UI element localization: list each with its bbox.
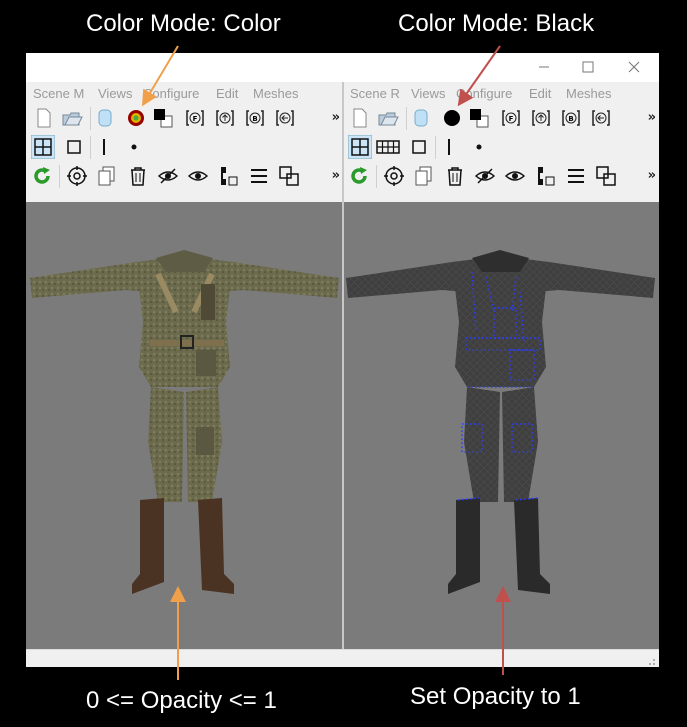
target-icon[interactable] [383, 165, 405, 187]
target-icon[interactable] [66, 165, 88, 187]
phone-select-icon[interactable] [534, 165, 556, 187]
annotation-color-mode-color: Color Mode: Color [86, 10, 281, 37]
left-menu-bar: Scene M Views Configure Edit Meshes [26, 82, 343, 104]
phone-select-icon[interactable] [217, 165, 239, 187]
toolbar-overflow-button[interactable]: » [332, 110, 340, 125]
separator [59, 165, 60, 188]
menu-edit[interactable]: Edit [529, 86, 551, 101]
refresh-icon[interactable] [31, 165, 53, 187]
status-bar [26, 649, 659, 667]
toolbar-overflow-button[interactable]: » [648, 110, 656, 125]
show-icon[interactable] [504, 165, 526, 187]
menu-views[interactable]: Views [411, 86, 445, 101]
hide-icon[interactable] [157, 165, 179, 187]
svg-text:F: F [193, 115, 198, 123]
view-side-icon[interactable] [274, 107, 296, 129]
maximize-icon [582, 61, 594, 73]
cylinder-icon[interactable] [410, 107, 432, 129]
left-viewport[interactable] [26, 202, 343, 649]
minimize-button[interactable] [530, 56, 558, 78]
separator [406, 107, 407, 130]
menu-scene[interactable]: Scene R [350, 86, 400, 101]
toolbar-overflow-button[interactable]: » [332, 168, 340, 183]
point-tool-icon[interactable] [123, 136, 145, 158]
left-pane: Scene M Views Configure Edit Meshes F B … [26, 82, 343, 649]
right-menu-bar: Scene R Views Configure Edit Meshes [344, 82, 659, 104]
right-pane: Scene R Views Configure Edit Meshes F B … [344, 82, 659, 649]
merge-icon[interactable] [278, 165, 300, 187]
menu-scene[interactable]: Scene M [33, 86, 84, 101]
left-toolbar-edit: » [26, 162, 343, 191]
separator [376, 165, 377, 188]
menu-configure[interactable]: Configure [143, 86, 199, 101]
view-side-icon[interactable] [590, 107, 612, 129]
view-top-icon[interactable] [530, 107, 552, 129]
view-front-icon[interactable]: F [500, 107, 522, 129]
annotation-color-mode-black: Color Mode: Black [398, 10, 595, 37]
textured-uniform-mesh [30, 250, 339, 594]
toolbar-overflow-button[interactable]: » [648, 168, 656, 183]
close-icon [628, 61, 640, 73]
menu-meshes[interactable]: Meshes [253, 86, 299, 101]
color-mode-black-icon[interactable] [441, 107, 463, 129]
open-folder-icon[interactable] [377, 107, 399, 129]
cylinder-icon[interactable] [94, 107, 116, 129]
line-tool-icon[interactable] [438, 136, 460, 158]
menu-views[interactable]: Views [98, 86, 132, 101]
new-file-icon[interactable] [33, 107, 55, 129]
color-mode-color-icon[interactable] [125, 107, 147, 129]
split-view-icon[interactable] [375, 136, 401, 158]
svg-text:B: B [252, 115, 257, 123]
single-view-icon[interactable] [408, 136, 430, 158]
copy-icon[interactable] [413, 165, 435, 187]
black-uniform-mesh [346, 250, 655, 594]
menu-configure[interactable]: Configure [456, 86, 512, 101]
minimize-icon [539, 66, 549, 68]
open-folder-icon[interactable] [61, 107, 83, 129]
refresh-icon[interactable] [348, 165, 370, 187]
trash-icon[interactable] [127, 165, 149, 187]
right-toolbar-view [344, 133, 659, 162]
view-back-icon[interactable]: B [560, 107, 582, 129]
resize-grip-icon[interactable] [646, 656, 656, 666]
foreground-background-color-icon[interactable] [152, 107, 174, 129]
view-top-icon[interactable] [214, 107, 236, 129]
single-view-icon[interactable] [63, 136, 85, 158]
point-tool-icon[interactable] [468, 136, 490, 158]
view-front-icon[interactable]: F [184, 107, 206, 129]
title-bar [26, 53, 659, 82]
app-window: Scene M Views Configure Edit Meshes F B … [26, 53, 659, 667]
right-toolbar-file: F B » [344, 104, 659, 133]
show-icon[interactable] [187, 165, 209, 187]
svg-text:F: F [509, 115, 514, 123]
hide-icon[interactable] [474, 165, 496, 187]
svg-text:B: B [568, 115, 573, 123]
merge-icon[interactable] [595, 165, 617, 187]
menu-edit[interactable]: Edit [216, 86, 238, 101]
left-toolbar-file: F B » [26, 104, 343, 133]
quad-view-icon[interactable] [348, 135, 372, 159]
list-icon[interactable] [248, 165, 270, 187]
separator [90, 136, 91, 159]
list-icon[interactable] [565, 165, 587, 187]
annotation-opacity-range: 0 <= Opacity <= 1 [86, 687, 277, 714]
new-file-icon[interactable] [349, 107, 371, 129]
maximize-button[interactable] [574, 56, 602, 78]
right-viewport[interactable] [344, 202, 659, 649]
separator [435, 136, 436, 159]
separator [90, 107, 91, 130]
trash-icon[interactable] [444, 165, 466, 187]
copy-icon[interactable] [96, 165, 118, 187]
quad-view-icon[interactable] [31, 135, 55, 159]
close-button[interactable] [620, 56, 648, 78]
line-tool-icon[interactable] [93, 136, 115, 158]
right-toolbar-edit: » [344, 162, 659, 191]
view-back-icon[interactable]: B [244, 107, 266, 129]
left-toolbar-view [26, 133, 343, 162]
foreground-background-color-icon[interactable] [468, 107, 490, 129]
menu-meshes[interactable]: Meshes [566, 86, 612, 101]
annotation-set-opacity: Set Opacity to 1 [410, 683, 581, 710]
